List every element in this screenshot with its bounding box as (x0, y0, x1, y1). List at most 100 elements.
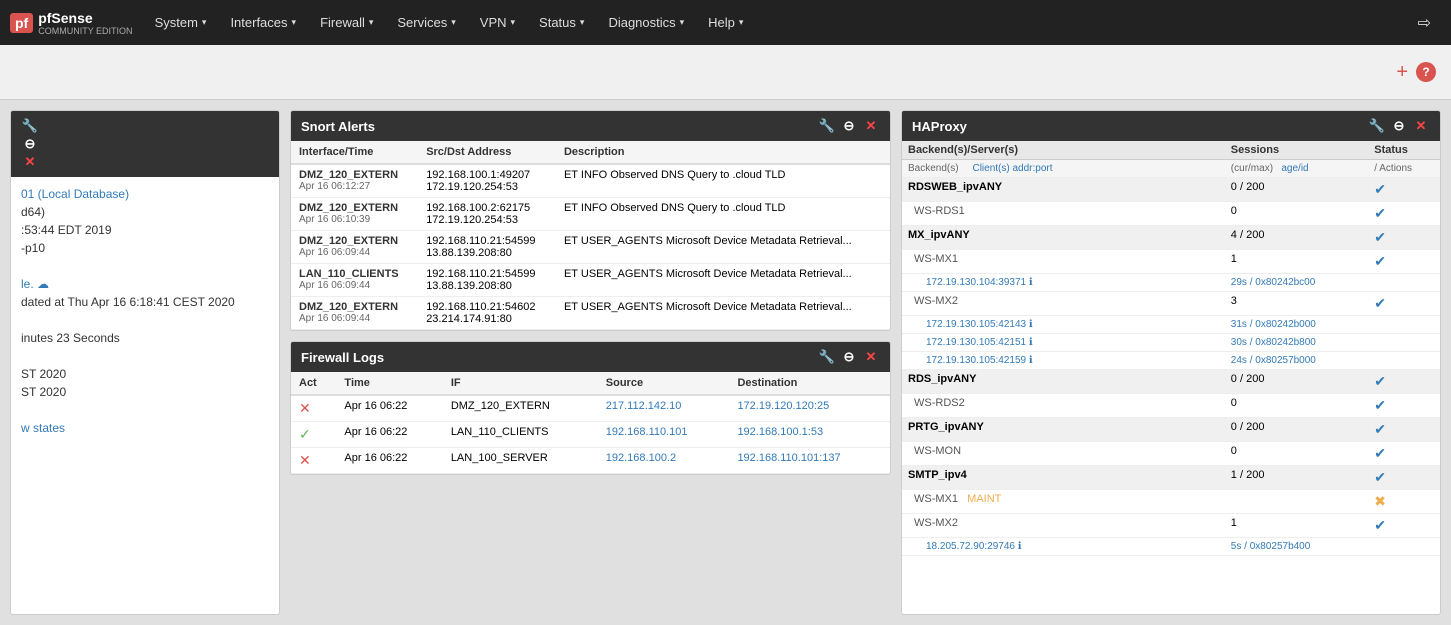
ha-client-row: 18.205.72.90:29746 ℹ 5s / 0x80257b400 (902, 538, 1440, 556)
block-icon: ✕ (299, 400, 311, 416)
ha-srv-status-1-1: ✔ (1368, 292, 1440, 316)
ha-client-addr-1-1-1[interactable]: 172.19.130.105:42151 ℹ (902, 334, 1225, 352)
info-icon[interactable]: ℹ (1029, 337, 1033, 348)
ha-close-icon[interactable]: ✕ (1412, 117, 1430, 135)
snort-addr-1: 192.168.100.2:62175 172.19.120.254:53 (418, 198, 556, 231)
ha-backend-row: MX_ipvANY 4 / 200 ✔ (902, 226, 1440, 250)
ha-srv-status-2-0: ✔ (1368, 394, 1440, 418)
wrench-icon[interactable]: 🔧 (21, 117, 39, 135)
ha-server-row: WS-RDS1 0 ✔ (902, 202, 1440, 226)
ha-client-age-1-1-1: 30s / 0x80242b800 (1225, 334, 1368, 352)
snort-col-desc: Description (556, 141, 890, 164)
ha-srv-name-1-1: WS-MX2 (902, 292, 1225, 316)
ha-client-status-1-1-0 (1368, 316, 1440, 334)
ha-minimize-icon[interactable]: ⊖ (1390, 117, 1408, 135)
fw-if-0: DMZ_120_EXTERN (443, 395, 598, 422)
nav-system[interactable]: System ▾ (143, 0, 219, 45)
firewall-panel-icons: 🔧 ⊖ ✕ (818, 348, 880, 366)
ha-backend-status-0: ✔ (1368, 178, 1440, 202)
chevron-down-icon: ▾ (202, 17, 207, 28)
fw-dst-0: 172.19.120.120:25 (729, 395, 890, 422)
left-item-10: ST 2020 (21, 367, 269, 381)
left-item-0[interactable]: 01 (Local Database) (21, 187, 269, 201)
chevron-down-icon: ▾ (369, 17, 374, 28)
ha-srv-status-4-0: ✖ (1368, 490, 1440, 514)
ha-backend-row: PRTG_ipvANY 0 / 200 ✔ (902, 418, 1440, 442)
brand-edition: COMMUNITY EDITION (38, 26, 132, 36)
fw-row: ✕ Apr 16 06:22 DMZ_120_EXTERN 217.112.14… (291, 395, 890, 422)
add-widget-button[interactable]: + (1396, 61, 1408, 84)
firewall-table: Act Time IF Source Destination ✕ Apr 16 … (291, 372, 890, 474)
ha-col-backends: Backend(s)/Server(s) (902, 141, 1225, 160)
minimize-icon[interactable]: ⊖ (21, 135, 39, 153)
fw-dst-1: 192.168.100.1:53 (729, 422, 890, 448)
fw-wrench-icon[interactable]: 🔧 (818, 348, 836, 366)
nav-diagnostics[interactable]: Diagnostics ▾ (596, 0, 696, 45)
nav-interfaces[interactable]: Interfaces ▾ (218, 0, 308, 45)
brand-text: pfSense COMMUNITY EDITION (38, 10, 132, 36)
fw-dst-2: 192.168.110.101:137 (729, 448, 890, 474)
ha-client-status-1-0-0 (1368, 274, 1440, 292)
snort-interface-1: DMZ_120_EXTERN Apr 16 06:10:39 (291, 198, 418, 231)
fw-act-2: ✕ (291, 448, 336, 474)
ha-client-addr-1-1-2[interactable]: 172.19.130.105:42159 ℹ (902, 352, 1225, 370)
left-item-5[interactable]: le. ☁ (21, 277, 269, 291)
fw-col-if: IF (443, 372, 598, 395)
info-icon[interactable]: ℹ (1018, 541, 1022, 552)
fw-minimize-icon[interactable]: ⊖ (840, 348, 858, 366)
snort-close-icon[interactable]: ✕ (862, 117, 880, 135)
help-button[interactable]: ? (1416, 62, 1436, 82)
ha-backend-sessions-0: 0 / 200 (1225, 178, 1368, 202)
ha-server-row: WS-MX2 1 ✔ (902, 514, 1440, 538)
snort-alerts-panel: Snort Alerts 🔧 ⊖ ✕ Interface/Time Src/Ds… (290, 110, 891, 331)
ha-client-addr-1-0-0[interactable]: 172.19.130.104:39371 ℹ (902, 274, 1225, 292)
ha-backend-sessions-4: 1 / 200 (1225, 466, 1368, 490)
snort-wrench-icon[interactable]: 🔧 (818, 117, 836, 135)
fw-close-icon[interactable]: ✕ (862, 348, 880, 366)
ha-backend-row: RDS_ipvANY 0 / 200 ✔ (902, 370, 1440, 394)
left-item-11: ST 2020 (21, 385, 269, 399)
ha-client-addr-1-1-0[interactable]: 172.19.130.105:42143 ℹ (902, 316, 1225, 334)
info-icon[interactable]: ℹ (1029, 355, 1033, 366)
ha-srv-status-1-0: ✔ (1368, 250, 1440, 274)
nav-vpn[interactable]: VPN ▾ (468, 0, 527, 45)
nav-status[interactable]: Status ▾ (527, 0, 596, 45)
snort-addr-3: 192.168.110.21:54599 13.88.139.208:80 (418, 264, 556, 297)
ha-backend-name-3: PRTG_ipvANY (902, 418, 1225, 442)
firewall-logs-panel: Firewall Logs 🔧 ⊖ ✕ Act Time IF Source D… (290, 341, 891, 475)
status-check-icon: ✔ (1374, 445, 1386, 461)
left-item-2: :53:44 EDT 2019 (21, 223, 269, 237)
ha-srv-name-2-0: WS-RDS2 (902, 394, 1225, 418)
fw-src-0: 217.112.142.10 (598, 395, 730, 422)
nav-services[interactable]: Services ▾ (385, 0, 467, 45)
ha-server-row: WS-MON 0 ✔ (902, 442, 1440, 466)
ha-client-addr-4-1-0[interactable]: 18.205.72.90:29746 ℹ (902, 538, 1225, 556)
ha-backend-name-1: MX_ipvANY (902, 226, 1225, 250)
nav-help[interactable]: Help ▾ (696, 0, 755, 45)
status-check-icon: ✔ (1374, 421, 1386, 437)
logout-icon[interactable]: ⇨ (1408, 13, 1441, 33)
left-panel: 🔧 ⊖ ✕ 01 (Local Database) d64) :53:44 ED… (10, 110, 280, 615)
snort-row: DMZ_120_EXTERN Apr 16 06:12:27 192.168.1… (291, 164, 890, 198)
chevron-down-icon: ▾ (292, 17, 297, 28)
snort-desc-2: ET USER_AGENTS Microsoft Device Metadata… (556, 231, 890, 264)
fw-col-time: Time (336, 372, 442, 395)
info-icon[interactable]: ℹ (1029, 319, 1033, 330)
nav-firewall[interactable]: Firewall ▾ (308, 0, 385, 45)
ha-srv-sessions-1-0: 1 (1225, 250, 1368, 274)
ha-sub-status: / Actions (1368, 160, 1440, 178)
left-item-13[interactable]: w states (21, 421, 269, 435)
close-icon[interactable]: ✕ (21, 153, 39, 171)
fw-row: ✕ Apr 16 06:22 LAN_100_SERVER 192.168.10… (291, 448, 890, 474)
snort-minimize-icon[interactable]: ⊖ (840, 117, 858, 135)
ha-backend-status-1: ✔ (1368, 226, 1440, 250)
left-item-4 (21, 259, 269, 273)
status-check-icon: ✔ (1374, 469, 1386, 485)
left-panel-icons: 🔧 ⊖ ✕ (21, 117, 39, 171)
ha-srv-sessions-2-0: 0 (1225, 394, 1368, 418)
snort-addr-2: 192.168.110.21:54599 13.88.139.208:80 (418, 231, 556, 264)
ha-client-row: 172.19.130.105:42151 ℹ 30s / 0x80242b800 (902, 334, 1440, 352)
ha-backend-sessions-3: 0 / 200 (1225, 418, 1368, 442)
ha-wrench-icon[interactable]: 🔧 (1368, 117, 1386, 135)
info-icon[interactable]: ℹ (1029, 277, 1033, 288)
